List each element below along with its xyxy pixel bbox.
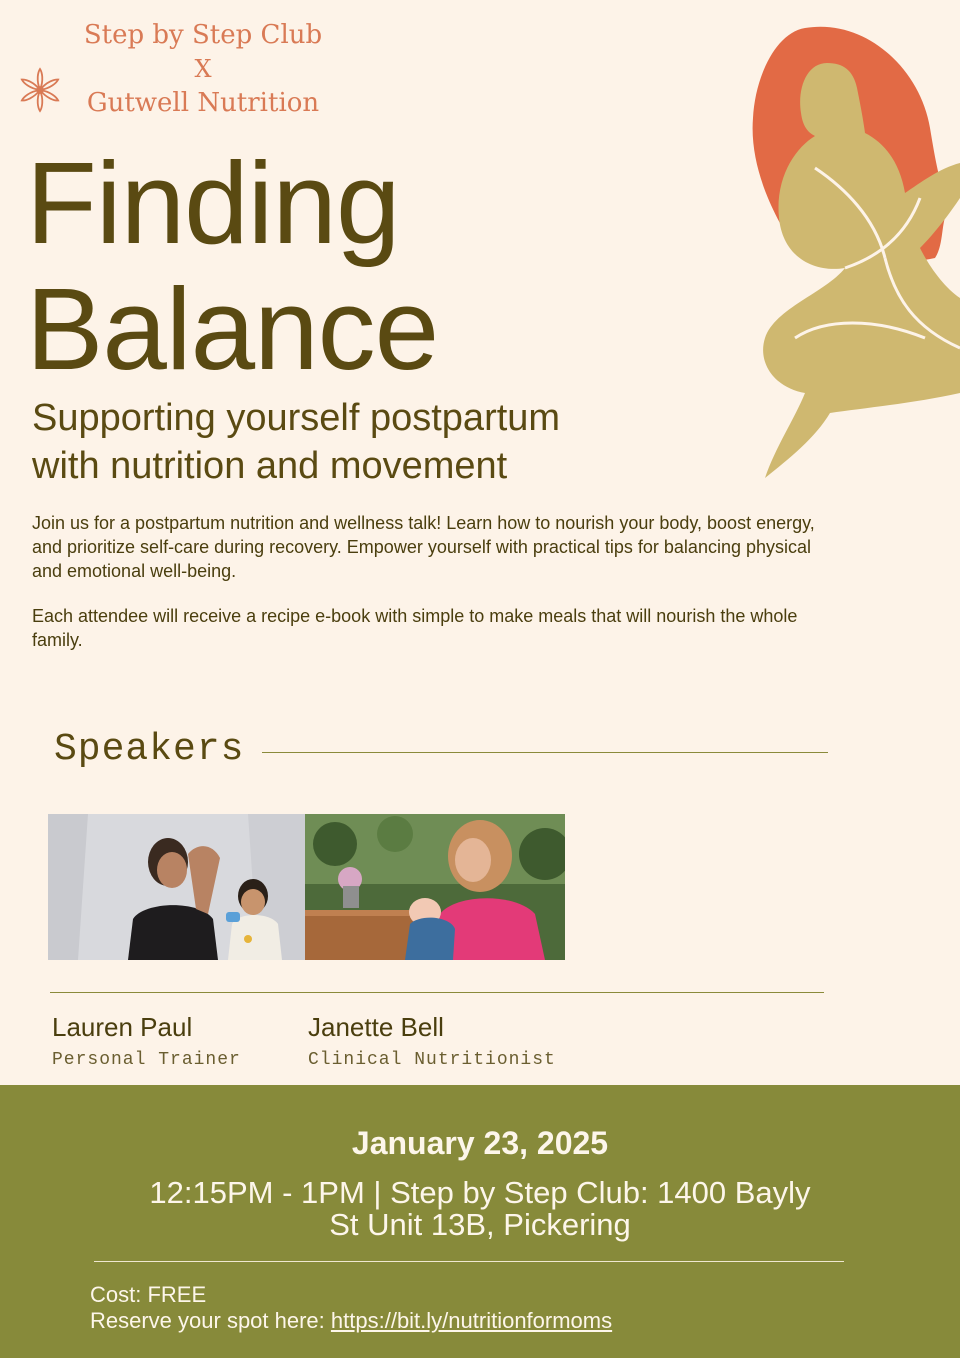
event-date: January 23, 2025 bbox=[351, 1125, 609, 1161]
subtitle-line-2: with nutrition and movement bbox=[32, 445, 508, 487]
page-title: Finding Balance bbox=[26, 138, 439, 394]
brand-line-x: X bbox=[194, 55, 212, 83]
speakers-heading: Speakers bbox=[54, 728, 245, 771]
flower-icon bbox=[20, 67, 60, 113]
speakers-heading-divider bbox=[262, 752, 828, 753]
speaker-photo-lauren bbox=[48, 814, 305, 960]
title-line-1: Finding bbox=[26, 138, 400, 268]
footer-divider bbox=[94, 1261, 844, 1262]
brand-line-gutwell: Gutwell Nutrition bbox=[86, 88, 320, 118]
subtitle-line-1: Supporting yourself postpartum bbox=[32, 397, 561, 439]
speakers-divider bbox=[50, 992, 824, 993]
speaker-role-janette: Clinical Nutritionist bbox=[308, 1050, 556, 1070]
speaker-name-janette: Janette Bell bbox=[308, 1012, 444, 1042]
reserve-line: Reserve your spot here: https://bit.ly/n… bbox=[90, 1308, 612, 1334]
description-paragraph: Join us for a postpartum nutrition and w… bbox=[32, 513, 815, 581]
speaker-name-lauren: Lauren Paul bbox=[52, 1012, 193, 1042]
brand-lockup: Step by Step Club X Gutwell Nutrition bbox=[80, 18, 326, 120]
event-details-footer: January 23, 2025 12:15PM - 1PM | Step by… bbox=[0, 1085, 960, 1358]
speaker-role-lauren: Personal Trainer bbox=[52, 1050, 241, 1070]
brand-line-step-by-step: Step by Step Club bbox=[83, 20, 323, 50]
ebook-paragraph: Each attendee will receive a recipe e-bo… bbox=[32, 606, 798, 650]
reserve-link[interactable]: https://bit.ly/nutritionformoms bbox=[331, 1308, 612, 1333]
reserve-label: Reserve your spot here: bbox=[90, 1308, 331, 1333]
event-time-location: 12:15PM - 1PM | Step by Step Club: 1400 … bbox=[149, 1175, 811, 1242]
speaker-photo-janette bbox=[305, 814, 565, 960]
subtitle: Supporting yourself postpartum with nutr… bbox=[32, 394, 732, 490]
woman-figure-illustration bbox=[752, 26, 960, 478]
title-line-2: Balance bbox=[26, 264, 439, 394]
event-cost: Cost: FREE bbox=[90, 1282, 207, 1307]
